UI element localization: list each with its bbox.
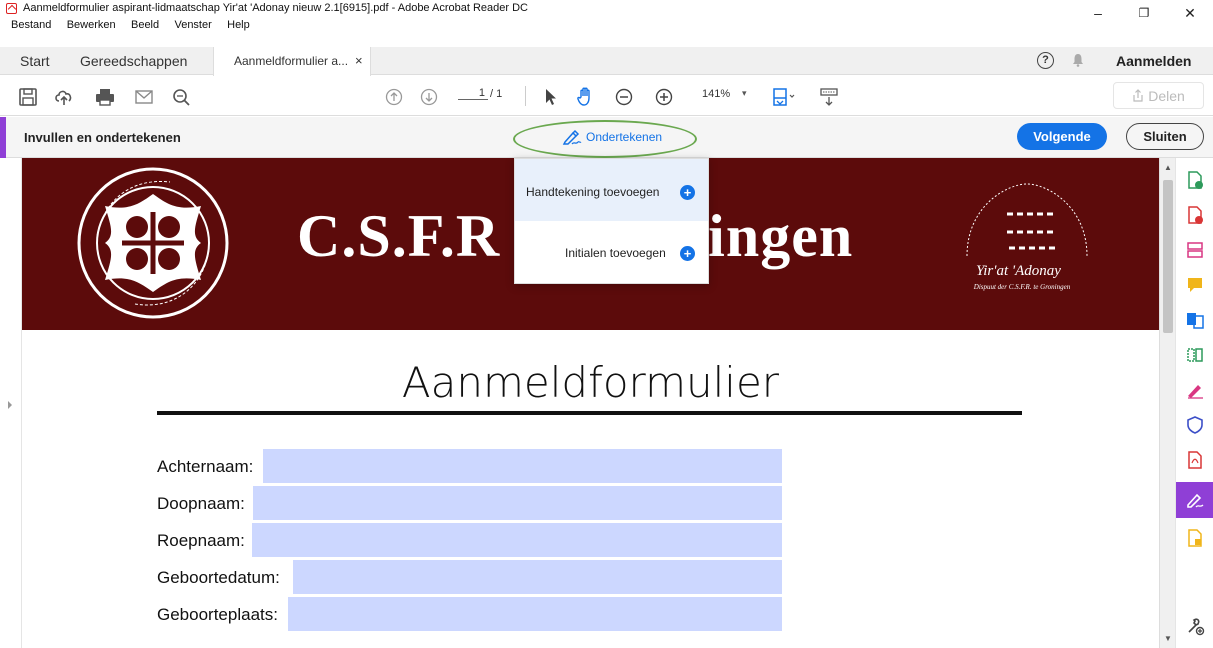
toolbar: 1 / 1 141% ▾ Delen bbox=[0, 76, 1213, 116]
add-initials-label: Initialen toevoegen bbox=[565, 246, 666, 260]
help-icon[interactable]: ? bbox=[1037, 52, 1054, 69]
achternaam-field[interactable] bbox=[263, 449, 782, 483]
scroll-down-icon[interactable]: ▼ bbox=[1164, 634, 1172, 643]
search-icon[interactable] bbox=[170, 86, 192, 108]
next-page-icon[interactable] bbox=[418, 86, 440, 108]
menu-help[interactable]: Help bbox=[227, 19, 250, 31]
menu-venster[interactable]: Venster bbox=[174, 19, 211, 31]
form-title-rule bbox=[157, 411, 1022, 415]
title-bar: Aanmeldformulier aspirant-lidmaatschap Y… bbox=[0, 0, 1213, 21]
dispuut-logo bbox=[966, 183, 1088, 257]
signin-button[interactable]: Aanmelden bbox=[1116, 47, 1191, 75]
add-signature-item[interactable]: Handtekening toevoegen + bbox=[515, 159, 708, 221]
geboorteplaats-field[interactable] bbox=[288, 597, 782, 631]
geboortedatum-field[interactable] bbox=[293, 560, 782, 594]
protect-icon[interactable] bbox=[1185, 415, 1205, 435]
banner-title-start: C.S.F.R bbox=[297, 203, 501, 269]
field-label: Achternaam: bbox=[157, 457, 254, 476]
export-pdf-icon[interactable] bbox=[1185, 170, 1205, 190]
share-label: Delen bbox=[1148, 87, 1185, 104]
crest-logo bbox=[77, 167, 229, 319]
highlight-oval bbox=[513, 120, 697, 158]
zoom-dropdown-icon[interactable]: ▾ bbox=[742, 88, 747, 99]
field-label: Doopnaam: bbox=[157, 494, 245, 513]
tab-document-label: Aanmeldformulier a... bbox=[234, 54, 349, 68]
toolbar-divider bbox=[525, 86, 526, 106]
save-icon[interactable] bbox=[17, 86, 39, 108]
form-row-geboortedatum: Geboortedatum: bbox=[157, 560, 782, 594]
mail-icon[interactable] bbox=[133, 86, 155, 108]
add-signature-plus-icon[interactable]: + bbox=[680, 185, 695, 200]
add-signature-label: Handtekening toevoegen bbox=[526, 185, 660, 199]
logo-subtitle: Dispuut der C.S.F.R. te Groningen bbox=[973, 283, 1071, 291]
logo-name: Yir'at 'Adonay bbox=[976, 263, 1061, 279]
more-tools-icon[interactable] bbox=[1185, 616, 1205, 636]
select-pointer-icon[interactable] bbox=[539, 86, 561, 108]
keyboard-icon[interactable] bbox=[818, 86, 840, 108]
form-row-geboorteplaats: Geboorteplaats: bbox=[157, 597, 782, 631]
fill-sign-accent bbox=[0, 117, 6, 158]
sign-dropdown-menu: Handtekening toevoegen + Initialen toevo… bbox=[514, 158, 709, 284]
fill-sign-tool-icon[interactable] bbox=[1176, 482, 1213, 518]
field-label: Geboorteplaats: bbox=[157, 605, 278, 624]
tab-document[interactable]: Aanmeldformulier a... × bbox=[213, 47, 371, 76]
menu-bar: Bestand Bewerken Beeld Venster Help bbox=[0, 17, 1213, 32]
tab-start[interactable]: Start bbox=[20, 47, 50, 75]
close-fill-sign-button[interactable]: Sluiten bbox=[1126, 123, 1204, 150]
page-total: / 1 bbox=[490, 88, 503, 100]
form-row-achternaam: Achternaam: bbox=[157, 449, 782, 483]
print-icon[interactable] bbox=[94, 86, 116, 108]
share-icon bbox=[1133, 89, 1143, 102]
create-pdf-icon[interactable] bbox=[1185, 205, 1205, 225]
menu-bewerken[interactable]: Bewerken bbox=[67, 19, 116, 31]
organize-pages-icon[interactable] bbox=[1185, 345, 1205, 365]
zoom-out-icon[interactable] bbox=[613, 86, 635, 108]
zoom-in-icon[interactable] bbox=[653, 86, 675, 108]
banner-title-end: ingen bbox=[708, 203, 854, 269]
expand-left-panel-icon[interactable] bbox=[8, 401, 12, 409]
form-row-roepnaam: Roepnaam: bbox=[157, 523, 782, 557]
next-button[interactable]: Volgende bbox=[1017, 123, 1107, 150]
send-for-signature-icon[interactable] bbox=[1185, 380, 1205, 400]
form-row-doopnaam: Doopnaam: bbox=[157, 486, 782, 520]
acrobat-icon bbox=[6, 3, 17, 14]
fill-sign-bar: Invullen en ondertekenen Ondertekenen Vo… bbox=[0, 117, 1213, 158]
hand-tool-icon[interactable] bbox=[575, 86, 597, 108]
field-label: Roepnaam: bbox=[157, 531, 245, 550]
bell-icon[interactable] bbox=[1072, 53, 1084, 67]
fill-sign-pen-icon bbox=[1187, 493, 1204, 508]
add-initials-item[interactable]: Initialen toevoegen + bbox=[515, 221, 708, 283]
tab-close-icon[interactable]: × bbox=[355, 47, 363, 75]
page-number-input[interactable]: 1 bbox=[458, 87, 488, 100]
add-initials-plus-icon[interactable]: + bbox=[680, 246, 695, 261]
doopnaam-field[interactable] bbox=[253, 486, 782, 520]
scrollbar-thumb[interactable] bbox=[1163, 180, 1173, 333]
prev-page-icon[interactable] bbox=[383, 86, 405, 108]
page-fit-icon[interactable] bbox=[771, 86, 797, 108]
pdf-document-icon[interactable] bbox=[1185, 450, 1205, 470]
zoom-level[interactable]: 141% bbox=[702, 88, 730, 100]
edit-pdf-icon[interactable] bbox=[1185, 240, 1205, 260]
fill-sign-label: Invullen en ondertekenen bbox=[24, 130, 181, 145]
right-tools-panel bbox=[1175, 158, 1213, 648]
window-title: Aanmeldformulier aspirant-lidmaatschap Y… bbox=[23, 2, 528, 14]
share-button[interactable]: Delen bbox=[1113, 82, 1204, 109]
field-label: Geboortedatum: bbox=[157, 568, 280, 587]
combine-files-icon[interactable] bbox=[1185, 310, 1205, 330]
menu-bestand[interactable]: Bestand bbox=[11, 19, 51, 31]
form-title: Aanmeldformulier bbox=[401, 358, 780, 407]
menu-beeld[interactable]: Beeld bbox=[131, 19, 159, 31]
roepnaam-field[interactable] bbox=[252, 523, 782, 557]
certificates-icon[interactable] bbox=[1185, 528, 1205, 548]
vertical-scrollbar[interactable]: ▲ ▼ bbox=[1159, 158, 1175, 648]
comment-icon[interactable] bbox=[1185, 275, 1205, 295]
left-panel-strip[interactable] bbox=[0, 158, 22, 648]
upload-cloud-icon[interactable] bbox=[53, 86, 75, 108]
tab-bar: Start Gereedschappen Aanmeldformulier a.… bbox=[0, 47, 1213, 76]
tab-tools[interactable]: Gereedschappen bbox=[80, 47, 187, 75]
scroll-up-icon[interactable]: ▲ bbox=[1164, 163, 1172, 172]
